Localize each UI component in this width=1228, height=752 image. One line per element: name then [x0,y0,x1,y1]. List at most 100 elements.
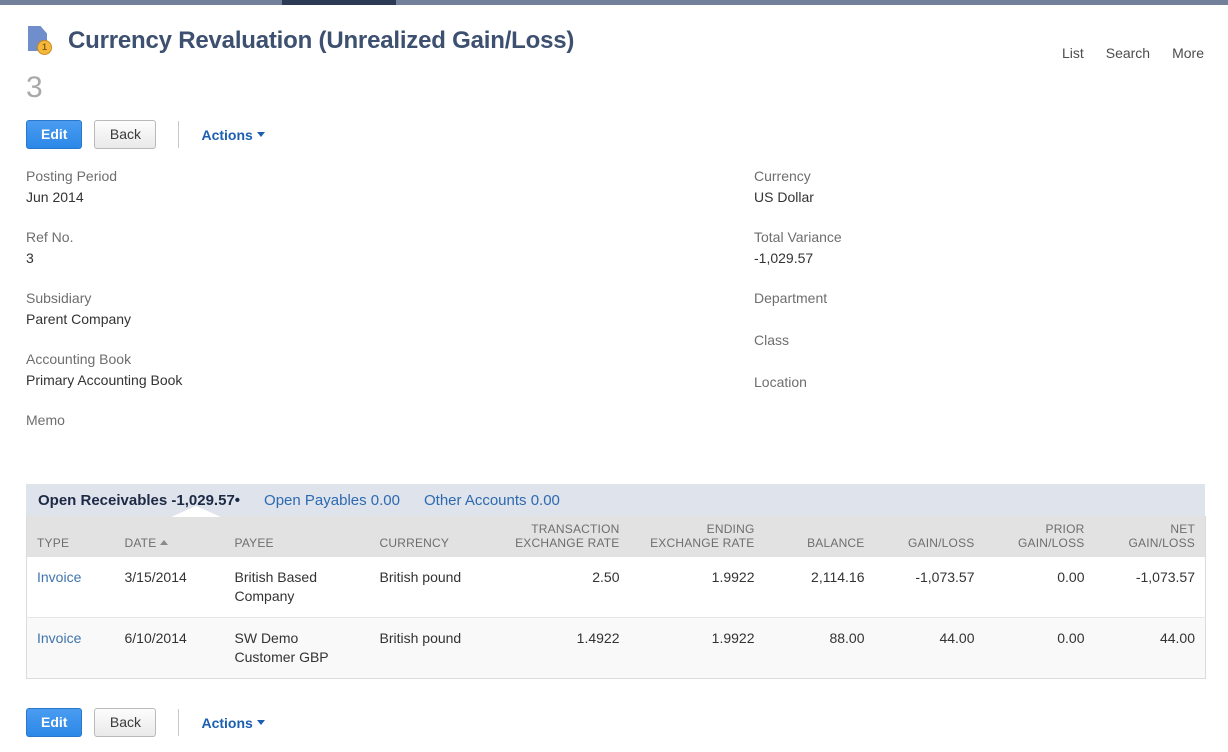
sublist: Open Receivables -1,029.57• Open Payable… [26,484,1206,679]
column-header-currency[interactable]: CURRENCY [369,516,485,557]
cell-type: Invoice [26,557,115,618]
cell-currency: British pound [369,557,485,618]
sublist-tab-other-accounts[interactable]: Other Accounts 0.00 [424,492,560,509]
field-label: Accounting Book [26,351,132,367]
invoice-link[interactable]: Invoice [37,569,81,585]
page-header: 1 Currency Revaluation (Unrealized Gain/… [0,5,1228,113]
field-label: Class [754,332,790,348]
cell-payee: British Based Company [224,557,370,618]
document-coin-icon: 1 [26,25,56,57]
cell-currency: British pound [369,617,485,679]
coin-badge: 1 [37,40,52,55]
cell-transaction-exchange-rate: 2.50 [484,557,630,618]
column-header-line2: BALANCE [807,536,865,550]
field-label: Subsidiary [26,290,92,306]
field-posting-period: Posting Period Jun 2014 [26,166,706,208]
cell-prior-gain-loss: 0.00 [984,617,1095,679]
sublist-tabstrip: Open Receivables -1,029.57• Open Payable… [26,484,1205,517]
column-header-transaction-exchange-rate[interactable]: TRANSACTION EXCHANGE RATE [484,516,630,557]
column-header-ending-exchange-rate[interactable]: ENDING EXCHANGE RATE [629,516,765,557]
cell-net-gain-loss: -1,073.57 [1094,557,1206,618]
field-label: Total Variance [754,229,842,245]
field-label: Department [754,290,828,306]
field-value: Jun 2014 [26,189,84,205]
toolbar-divider [178,709,180,736]
record-id: 3 [26,71,43,104]
column-header-date[interactable]: DATE [114,516,225,557]
field-value: Parent Company [26,311,132,327]
table-row[interactable]: Invoice 3/15/2014 British Based Company … [26,557,1206,618]
cell-date: 6/10/2014 [114,617,225,679]
header-link-list[interactable]: List [1062,45,1084,61]
column-header-line2: EXCHANGE RATE [650,536,755,550]
column-header-gain-loss[interactable]: GAIN/LOSS [874,516,985,557]
invoice-link[interactable]: Invoice [37,630,81,646]
toolbar-divider [178,121,180,148]
cell-balance: 88.00 [764,617,875,679]
column-header-line2: EXCHANGE RATE [515,536,620,550]
cell-prior-gain-loss: 0.00 [984,557,1095,618]
field-value: 3 [26,250,34,266]
cell-transaction-exchange-rate: 1.4922 [484,617,630,679]
sublist-tab-marker: • [234,491,241,509]
column-header-line1: PRIOR [1045,522,1085,536]
toolbar-bottom: Edit Back Actions [26,708,265,737]
sort-ascending-icon [160,540,169,545]
column-header-type[interactable]: TYPE [26,516,115,557]
field-label: Currency [754,168,811,184]
field-label: Memo [26,412,65,428]
toolbar-top: Edit Back Actions [26,120,265,149]
column-header-line2: TYPE [37,536,70,550]
column-header-line2: GAIN/LOSS [1128,536,1195,550]
field-column-left: Posting Period Jun 2014 Ref No. 3 Subsid… [26,166,706,452]
field-value: US Dollar [754,189,814,205]
column-header-line2: GAIN/LOSS [908,536,975,550]
header-link-search[interactable]: Search [1106,45,1150,61]
field-ref-no: Ref No. 3 [26,227,706,269]
field-total-variance: Total Variance -1,029.57 [754,227,1194,269]
actions-menu-bottom[interactable]: Actions [201,714,265,731]
chevron-down-icon [256,720,265,725]
column-header-prior-gain-loss[interactable]: PRIOR GAIN/LOSS [984,516,1095,557]
column-header-payee[interactable]: PAYEE [224,516,370,557]
field-label: Posting Period [26,168,118,184]
back-button[interactable]: Back [94,120,157,149]
field-currency: Currency US Dollar [754,166,1194,208]
header-links: List Search More [1062,45,1204,61]
column-header-line2: DATE [124,536,157,550]
field-department: Department [754,288,1194,308]
column-header-balance[interactable]: BALANCE [764,516,875,557]
field-column-right: Currency US Dollar Total Variance -1,029… [754,166,1194,414]
actions-label: Actions [201,714,253,731]
sublist-header-row: TYPE DATE PAYEE CURRENCY TRANSACTION EXC… [26,516,1206,557]
column-header-line1: ENDING [706,522,755,536]
field-label: Location [754,374,807,390]
cell-date: 3/15/2014 [114,557,225,618]
page-title: Currency Revaluation (Unrealized Gain/Lo… [68,27,575,54]
column-header-line2: PAYEE [234,536,274,550]
field-subsidiary: Subsidiary Parent Company [26,288,706,330]
cell-gain-loss: 44.00 [874,617,985,679]
cell-net-gain-loss: 44.00 [1094,617,1206,679]
cell-balance: 2,114.16 [764,557,875,618]
field-value: Primary Accounting Book [26,372,183,388]
edit-button-bottom[interactable]: Edit [26,708,83,737]
back-button-bottom[interactable]: Back [94,708,157,737]
cell-ending-exchange-rate: 1.9922 [629,617,765,679]
cell-gain-loss: -1,073.57 [874,557,985,618]
field-location: Location [754,372,1194,392]
actions-menu-top[interactable]: Actions [201,127,265,143]
sublist-tab-open-payables[interactable]: Open Payables 0.00 [264,492,400,509]
column-header-net-gain-loss[interactable]: NET GAIN/LOSS [1094,516,1206,557]
field-value: -1,029.57 [754,250,814,266]
sublist-tab-label: Open Receivables -1,029.57 [38,491,235,509]
cell-type: Invoice [26,617,115,679]
field-memo: Memo [26,410,706,430]
header-link-more[interactable]: More [1172,45,1204,61]
chevron-down-icon [256,132,265,137]
table-row[interactable]: Invoice 6/10/2014 SW Demo Customer GBP B… [26,617,1206,679]
sublist-tab-open-receivables[interactable]: Open Receivables -1,029.57• [38,492,240,509]
edit-button[interactable]: Edit [26,120,83,149]
cell-payee: SW Demo Customer GBP [224,617,370,679]
column-header-line1: TRANSACTION [531,522,620,536]
